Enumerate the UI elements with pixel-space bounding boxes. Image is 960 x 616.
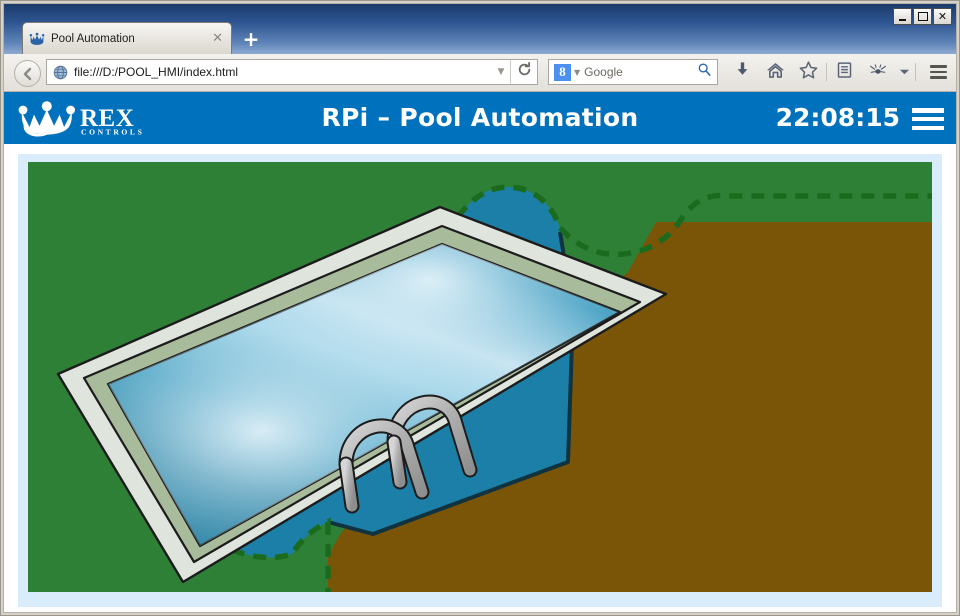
- address-bar[interactable]: file:///D:/POOL_HMI/index.html ▼: [46, 59, 538, 85]
- tab-close-icon[interactable]: ✕: [210, 32, 225, 45]
- address-bar-dropdown-icon[interactable]: ▼: [492, 67, 510, 77]
- home-icon: [766, 61, 785, 84]
- toolbar-overflow-button[interactable]: [894, 59, 914, 85]
- bookmark-star-icon: [799, 60, 818, 84]
- search-engine-caret-icon[interactable]: ▼: [574, 68, 580, 77]
- browser-tab-title: Pool Automation: [51, 32, 135, 45]
- scene-panel: [18, 154, 942, 607]
- new-tab-button[interactable]: +: [240, 28, 262, 52]
- web-page-content: REX CONTROLS RPi – Pool Automation 22:08…: [4, 92, 956, 612]
- toolbar-divider: [826, 63, 827, 81]
- app-clock: 22:08:15: [775, 103, 900, 132]
- library-icon: [837, 61, 852, 84]
- browser-tabstrip: ✕ Pool Automation ✕ +: [4, 4, 956, 54]
- browser-menu-button[interactable]: [923, 59, 953, 85]
- app-hamburger-icon-bar-1: [912, 108, 944, 113]
- download-icon: [734, 61, 751, 83]
- download-button[interactable]: [726, 59, 759, 85]
- address-bar-url: file:///D:/POOL_HMI/index.html: [74, 65, 239, 79]
- app-hamburger-icon-bar-3: [912, 125, 944, 130]
- addon-button[interactable]: [861, 59, 894, 85]
- window-controls: ✕: [893, 8, 952, 25]
- hamburger-menu-icon-bar-3: [929, 76, 947, 79]
- hamburger-menu-icon-bar-1: [929, 65, 947, 68]
- browser-tab[interactable]: Pool Automation ✕: [22, 22, 232, 54]
- chevron-down-icon: [899, 63, 910, 81]
- search-engine-badge: 8: [554, 63, 571, 81]
- bookmark-button[interactable]: [792, 59, 825, 85]
- browser-toolbar-icons: [726, 59, 953, 85]
- reload-icon: [517, 61, 532, 82]
- toolbar-divider-2: [915, 63, 916, 81]
- globe-icon: [53, 65, 68, 80]
- app-hamburger-icon-bar-2: [912, 116, 944, 122]
- back-button[interactable]: [14, 60, 41, 87]
- reload-button[interactable]: [510, 60, 537, 84]
- app-header-bar: REX CONTROLS RPi – Pool Automation 22:08…: [4, 92, 956, 144]
- search-bar[interactable]: 8 ▼ Google: [548, 59, 718, 85]
- library-button[interactable]: [828, 59, 861, 85]
- home-button[interactable]: [759, 59, 792, 85]
- rex-crown-favicon-icon: [29, 31, 45, 47]
- browser-window-inner: ✕ Pool Automation ✕ + file:///D:/POOL_HM…: [3, 3, 957, 613]
- back-arrow-icon: [20, 66, 36, 82]
- app-menu-button[interactable]: [912, 106, 946, 132]
- minimize-button[interactable]: [893, 8, 912, 25]
- addon-icon: [869, 63, 887, 82]
- hamburger-menu-icon-bar-2: [929, 70, 947, 74]
- search-input-placeholder[interactable]: Google: [584, 65, 697, 79]
- browser-window: ✕ Pool Automation ✕ + file:///D:/POOL_HM…: [0, 0, 960, 616]
- pool-overview-graphic[interactable]: [28, 162, 932, 592]
- maximize-button[interactable]: [913, 8, 932, 25]
- close-button[interactable]: ✕: [933, 8, 952, 25]
- magnifier-icon[interactable]: [697, 62, 712, 82]
- browser-navigation-toolbar: file:///D:/POOL_HMI/index.html ▼ 8 ▼ Goo…: [4, 54, 956, 92]
